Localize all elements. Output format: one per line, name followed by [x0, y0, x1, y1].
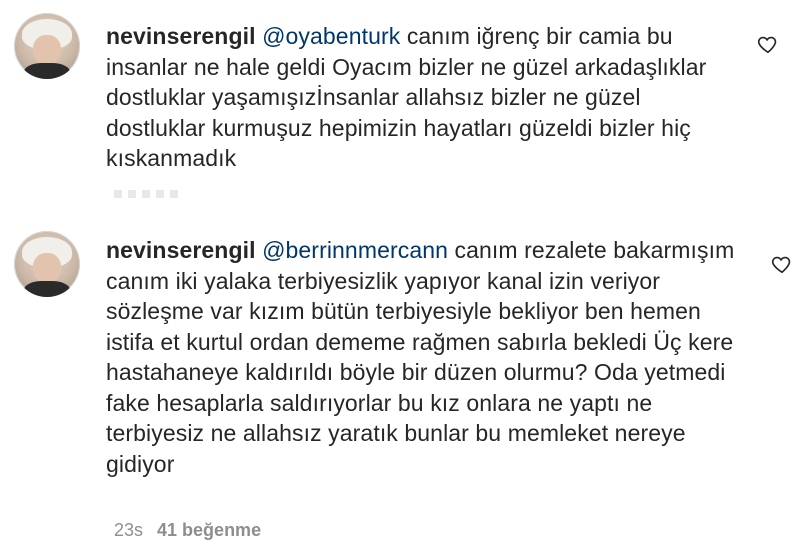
likes-count[interactable]: 41 beğenme [157, 520, 261, 540]
comment-text: nevinserengil @berrinnmercann canım reza… [106, 235, 746, 479]
comment-2: nevinserengil @berrinnmercann canım reza… [0, 0, 800, 551]
avatar-shirt [24, 281, 70, 297]
avatar-face [33, 253, 61, 283]
comment-meta: 23s 41 beğenme [114, 520, 261, 541]
avatar[interactable] [14, 231, 80, 297]
heart-outline-icon[interactable] [771, 253, 793, 275]
comment-time[interactable]: 23s [114, 520, 143, 540]
username[interactable]: nevinserengil [106, 237, 256, 263]
comment-body: canım rezalete bakarmışım canım iki yala… [106, 237, 735, 477]
mention-link[interactable]: @berrinnmercann [262, 237, 448, 263]
